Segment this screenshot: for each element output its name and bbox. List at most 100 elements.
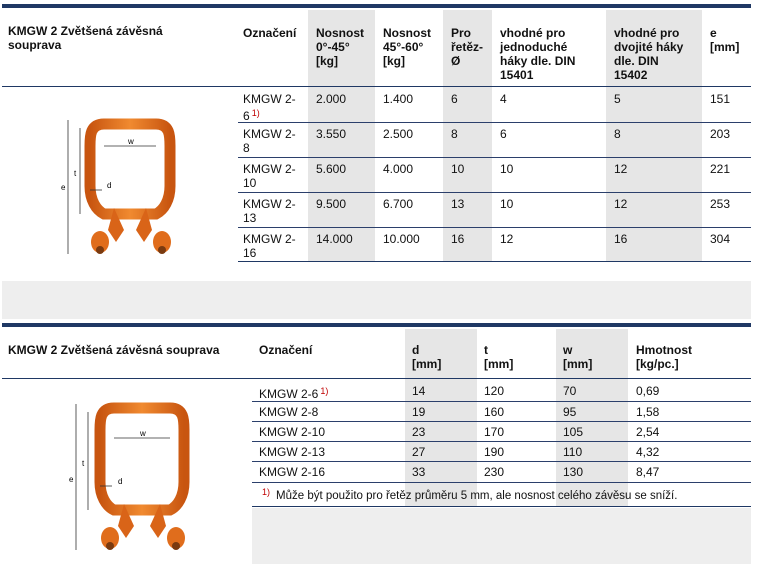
table2-header-w: w [mm] — [563, 343, 593, 371]
table2-cell: 105 — [563, 425, 584, 439]
table2-cell: 8,47 — [636, 465, 660, 479]
table1-cell: 151 — [710, 92, 731, 106]
table1-cell: 12 — [614, 162, 628, 176]
spacer-band — [2, 281, 751, 319]
shackle-diagram-2: w t e d — [69, 402, 190, 550]
shackle-diagram-1: w t e d — [61, 118, 176, 254]
table1-cell: 1.400 — [383, 92, 414, 106]
diagram-label-e: e — [69, 475, 74, 484]
table1-cell: 16 — [451, 232, 465, 246]
table2-cell: 19 — [412, 405, 426, 419]
table2-cell: 230 — [484, 465, 505, 479]
table1-cell: 6 — [500, 127, 507, 141]
table1-cell: 12 — [500, 232, 514, 246]
table2-cell: 27 — [412, 445, 426, 459]
table1-cell: 8 — [614, 127, 621, 141]
table2-cell: 120 — [484, 384, 505, 398]
table2-cell: 160 — [484, 405, 505, 419]
table1-cell: 4.000 — [383, 162, 414, 176]
table1-cell: 16 — [614, 232, 628, 246]
table2-cell: 70 — [563, 384, 577, 398]
table1-cell: 10 — [500, 162, 514, 176]
table2-row-name: KMGW 2-8 — [259, 405, 319, 419]
table1-cell: 6.700 — [383, 197, 414, 211]
table1-row-name: KMGW 2- 8 — [243, 127, 296, 155]
diagram-label-d: d — [118, 477, 122, 486]
table1-top-rule — [2, 4, 751, 8]
table1-cell: 5.600 — [316, 162, 347, 176]
table1-header-pro-retez: Pro řetěz- Ø — [451, 26, 484, 68]
diagram-label-t: t — [74, 169, 77, 178]
table1-cell: 4 — [500, 92, 507, 106]
diagram-label-w: w — [139, 429, 146, 438]
table2-row-rule — [252, 421, 751, 422]
table2-row-name: KMGW 2-16 — [259, 465, 326, 479]
table1-cell: 304 — [710, 232, 731, 246]
table1-cell: 5 — [614, 92, 621, 106]
table1-cell: 3.550 — [316, 127, 347, 141]
table2-header-oznaceni: Označení — [259, 343, 313, 357]
table2-cell: 95 — [563, 405, 577, 419]
table2-cell: 0,69 — [636, 384, 660, 398]
table2-footnote: 1) Může být použito pro řetěz průměru 5 m… — [262, 487, 678, 502]
table1-header-nosnost-45-60: Nosnost 45°-60° [kg] — [383, 26, 431, 68]
table2-header-d: d [mm] — [412, 343, 442, 371]
table1-cell: 10 — [451, 162, 465, 176]
table2-cell: 23 — [412, 425, 426, 439]
table2-cell: 33 — [412, 465, 426, 479]
bottom-band — [252, 508, 751, 564]
table2-cell: 190 — [484, 445, 505, 459]
table1-cell: 221 — [710, 162, 731, 176]
table2-row-name: KMGW 2-10 — [259, 425, 326, 439]
table2-cell: 130 — [563, 465, 584, 479]
table1-header-jednoduche: vhodné pro jednoduché háky dle. DIN 1540… — [500, 26, 576, 82]
table1-row-rule — [238, 192, 751, 193]
diagram-label-w: w — [127, 137, 134, 146]
table1-cell: 6 — [451, 92, 458, 106]
table1-header-e: e [mm] — [710, 26, 740, 54]
table1-cell: 2.500 — [383, 127, 414, 141]
table1-row-rule — [238, 157, 751, 158]
table1-cell: 12 — [614, 197, 628, 211]
table2-top-rule — [2, 323, 751, 327]
table1-row-name: KMGW 2- 6 1) — [243, 92, 296, 123]
table2-cell: 2,54 — [636, 425, 660, 439]
diagram-label-d: d — [107, 181, 111, 190]
table2-header-hmotnost: Hmotnost [kg/pc.] — [636, 343, 692, 371]
table1-title: KMGW 2 Zvětšená závěsná souprava — [8, 24, 163, 52]
table2-row-name: KMGW 2-13 — [259, 445, 326, 459]
table2-bottom-rule — [252, 506, 751, 507]
table1-cell: 14.000 — [316, 232, 353, 246]
table2-row-name: KMGW 2-6 1) — [259, 386, 329, 401]
table2-header-rule — [2, 378, 751, 379]
table1-cell: 10.000 — [383, 232, 420, 246]
diagram-label-t: t — [82, 459, 85, 468]
table1-cell: 10 — [500, 197, 514, 211]
table2-cell: 110 — [563, 445, 583, 459]
table2-cell: 170 — [484, 425, 505, 439]
table2-cell: 1,58 — [636, 405, 660, 419]
table1-cell: 13 — [451, 197, 465, 211]
table2-row-rule — [252, 441, 751, 442]
diagram-label-e: e — [61, 183, 66, 192]
table1-row-name: KMGW 2- 13 — [243, 197, 296, 225]
table1-header-rule — [2, 86, 751, 87]
table2-cell: 4,32 — [636, 445, 660, 459]
table2-row-rule — [252, 461, 751, 462]
table2-row-rule — [252, 401, 751, 402]
table1-row-rule — [238, 227, 751, 228]
table2-cell: 14 — [412, 384, 426, 398]
table2-title: KMGW 2 Zvětšená závěsná souprava — [8, 343, 220, 357]
table1-row-rule — [238, 122, 751, 123]
table1-cell: 9.500 — [316, 197, 347, 211]
table1-bottom-rule — [238, 261, 751, 262]
table2-header-t: t [mm] — [484, 343, 514, 371]
table1-header-dvojite: vhodné pro dvojité háky dle. DIN 15402 — [614, 26, 684, 82]
table1-cell: 8 — [451, 127, 458, 141]
table1-header-nosnost-0-45: Nosnost 0°-45° [kg] — [316, 26, 364, 68]
table2-row-rule — [252, 482, 751, 483]
table1-cell: 203 — [710, 127, 731, 141]
table1-header-oznaceni: Označení — [243, 26, 297, 40]
table1-cell: 253 — [710, 197, 731, 211]
table1-row-name: KMGW 2- 16 — [243, 232, 296, 260]
